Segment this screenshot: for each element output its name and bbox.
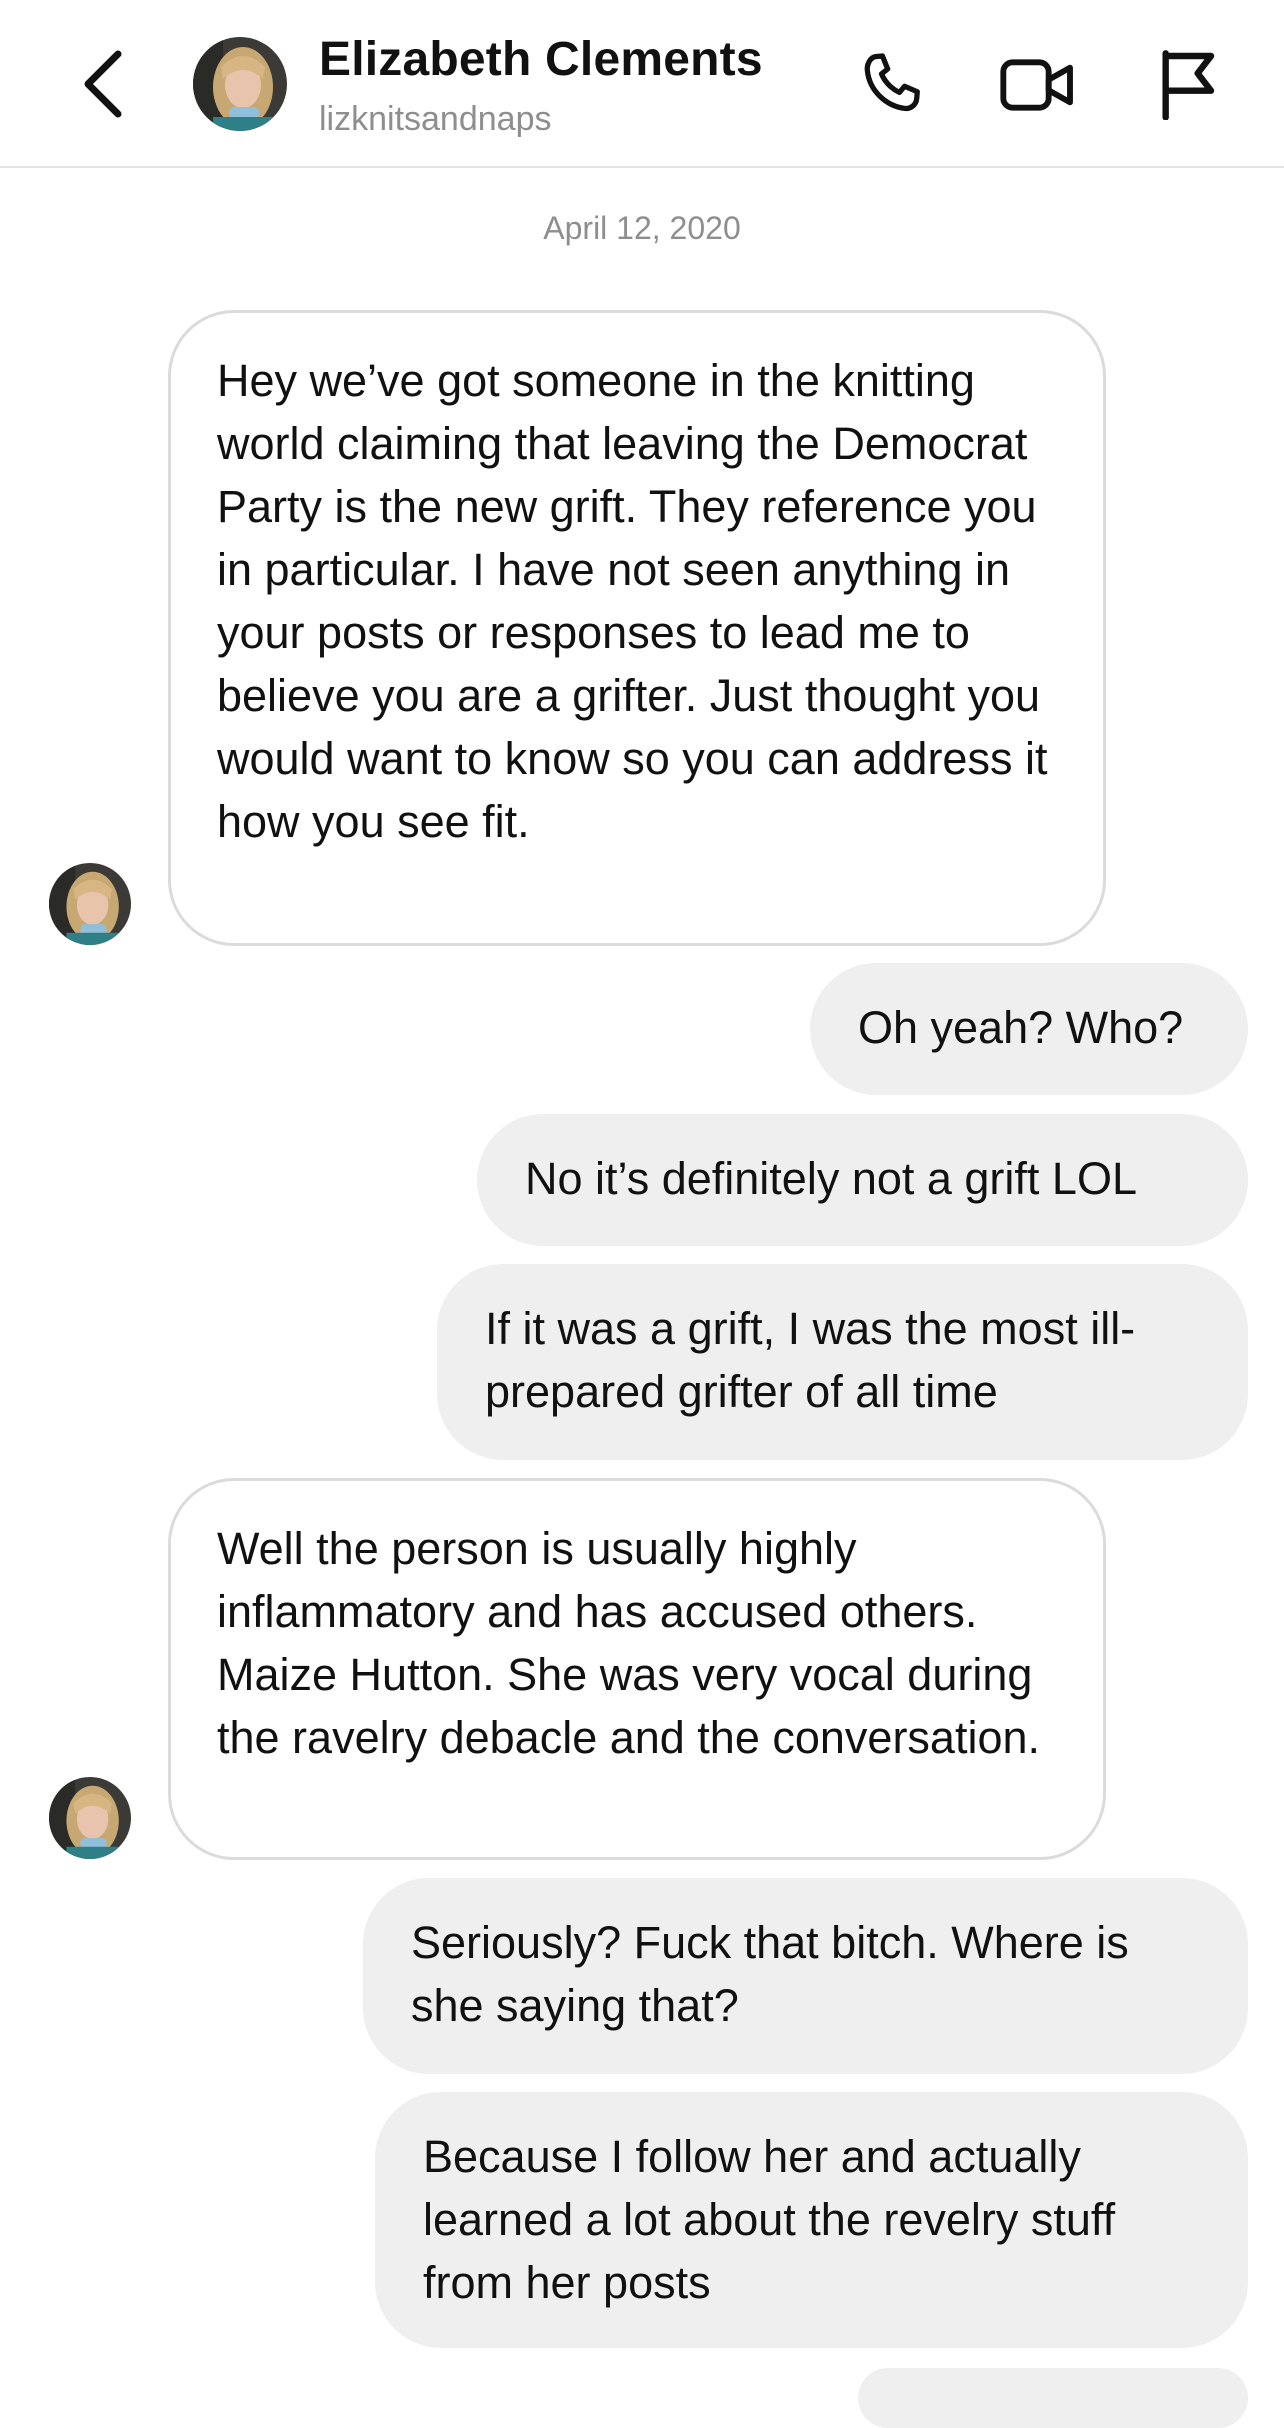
message-bubble-outgoing[interactable]: Seriously? Fuck that bitch. Where is she… [363, 1878, 1248, 2074]
back-chevron-icon[interactable] [78, 48, 134, 120]
avatar-photo [49, 863, 131, 945]
flag-icon[interactable] [1155, 48, 1219, 120]
avatar-photo [193, 37, 287, 131]
contact-name[interactable]: Elizabeth Clements [319, 32, 763, 87]
video-icon[interactable] [998, 51, 1078, 119]
chat-header: Elizabeth Clements lizknitsandnaps [0, 0, 1284, 168]
message-bubble-incoming[interactable]: Hey we’ve got someone in the knitting wo… [168, 310, 1106, 946]
message-bubble-outgoing[interactable]: If it was a grift, I was the most ill-pr… [437, 1264, 1248, 1460]
conversation-date: April 12, 2020 [543, 210, 741, 246]
avatar[interactable] [49, 863, 131, 945]
avatar[interactable] [193, 37, 287, 131]
message-bubble-incoming[interactable]: Well the person is usually highly inflam… [168, 1478, 1106, 1860]
message-bubble-outgoing[interactable]: Because I follow her and actually learne… [375, 2092, 1248, 2348]
message-bubble-outgoing[interactable]: No it’s definitely not a grift LOL [477, 1114, 1248, 1246]
message-bubble-outgoing[interactable]: Oh yeah? Who? [810, 963, 1248, 1095]
avatar-photo [49, 1777, 131, 1859]
contact-handle[interactable]: lizknitsandnaps [319, 100, 551, 139]
phone-icon[interactable] [855, 48, 929, 122]
message-bubble-outgoing-partial[interactable] [858, 2368, 1248, 2428]
avatar[interactable] [49, 1777, 131, 1859]
